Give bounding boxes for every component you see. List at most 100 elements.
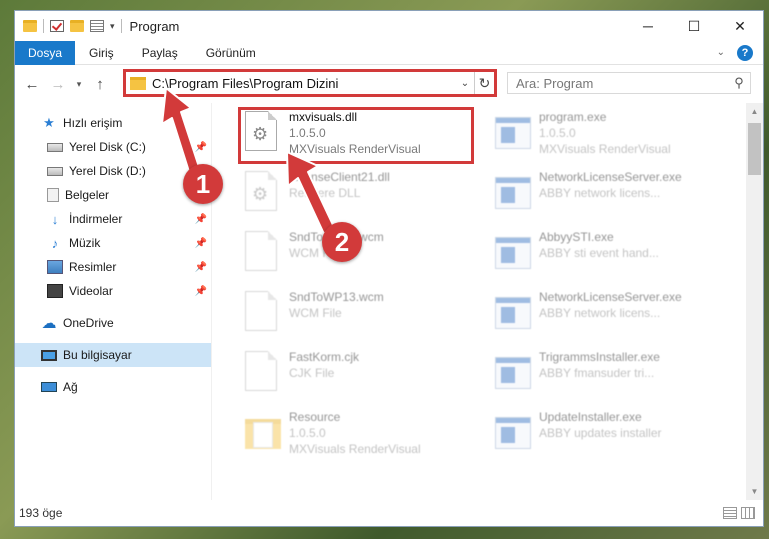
vertical-scrollbar[interactable]: ▲ ▼: [746, 103, 763, 500]
forward-button[interactable]: →: [47, 76, 69, 93]
sidebar-item-pictures[interactable]: Resimler 📌: [15, 255, 211, 279]
tab-file[interactable]: Dosya: [15, 40, 76, 65]
exe-file-icon: [495, 237, 531, 269]
file-description: MXVisuals RenderVisual: [539, 142, 671, 156]
address-path[interactable]: C:\Program Files\Program Dizini: [152, 76, 456, 91]
exe-file-icon: [495, 177, 531, 209]
sidebar-item-local-disk-c[interactable]: Yerel Disk (C:) 📌: [15, 135, 211, 159]
customize-icon[interactable]: [90, 20, 104, 32]
file-item[interactable]: NetworkLicenseServer.exe ABBY network li…: [489, 167, 739, 227]
pin-icon: 📌: [194, 237, 207, 249]
step-2-badge: 2: [322, 222, 362, 262]
file-description: MXVisuals RenderVisual: [289, 442, 421, 456]
separator: [43, 19, 44, 33]
sidebar-item-label: Müzik: [69, 236, 101, 250]
cloud-icon: ☁: [41, 315, 57, 332]
sidebar-item-documents[interactable]: Belgeler: [15, 183, 211, 207]
up-button[interactable]: ↑: [89, 76, 111, 93]
file-item[interactable]: program.exe 1.0.5.0 MXVisuals RenderVisu…: [489, 107, 739, 167]
explorer-window: ▾ Program ─ ☐ ✕ Dosya Giriş Paylaş Görün…: [14, 10, 764, 527]
scroll-thumb[interactable]: [748, 123, 761, 175]
file-item[interactable]: SndToWP12.wcm WCM File: [239, 227, 489, 287]
file-item[interactable]: TrigrammsInstaller.exe ABBY fmansuder tr…: [489, 347, 739, 407]
sidebar-item-quick-access[interactable]: ★ Hızlı erişim: [15, 111, 211, 135]
file-description: CJK File: [289, 366, 335, 380]
close-button[interactable]: ✕: [717, 11, 763, 41]
address-bar[interactable]: C:\Program Files\Program Dizini ⌄ ↻: [123, 69, 497, 97]
pane-splitter[interactable]: [211, 103, 212, 500]
folder-icon: [23, 20, 37, 32]
drive-icon: [47, 142, 63, 152]
file-item[interactable]: SndToWP13.wcm WCM File: [239, 287, 489, 347]
file-description: ABBY network licens...: [539, 306, 661, 320]
recent-locations-dropdown[interactable]: ▾: [73, 79, 85, 90]
file-icon: [245, 351, 277, 391]
file-item[interactable]: FastKorm.cjk CJK File: [239, 347, 489, 407]
search-icon[interactable]: ⚲: [728, 75, 750, 91]
details-view-icon[interactable]: [723, 507, 737, 519]
sidebar-item-local-disk-d[interactable]: Yerel Disk (D:): [15, 159, 211, 183]
folder-item[interactable]: Resource 1.0.5.0 MXVisuals RenderVisual: [239, 407, 489, 467]
sidebar-item-videos[interactable]: Videolar 📌: [15, 279, 211, 303]
file-version: 1.0.5.0: [539, 126, 576, 140]
expand-ribbon-icon[interactable]: ⌄: [717, 47, 725, 58]
step-1-badge: 1: [183, 164, 223, 204]
sidebar-item-downloads[interactable]: ↓ İndirmeler 📌: [15, 207, 211, 231]
item-count: 193 öge: [19, 506, 63, 520]
separator: [120, 19, 122, 33]
customize-dropdown-icon[interactable]: ▾: [110, 21, 115, 32]
videos-icon: [47, 284, 63, 298]
sidebar-item-label: Hızlı erişim: [63, 116, 123, 130]
search-input[interactable]: Ara: Program ⚲: [507, 72, 751, 94]
star-icon: ★: [43, 115, 55, 130]
pin-icon: 📌: [194, 213, 207, 225]
tab-home[interactable]: Giriş: [75, 41, 128, 65]
tab-share[interactable]: Paylaş: [128, 41, 192, 65]
sidebar-item-onedrive[interactable]: ☁ OneDrive: [15, 311, 211, 335]
pin-icon: 📌: [194, 285, 207, 297]
tab-view[interactable]: Görünüm: [192, 41, 270, 65]
dll-file-icon: ⚙: [245, 171, 277, 211]
help-icon[interactable]: ?: [737, 44, 753, 61]
file-item[interactable]: ⚙ LicenseClient21.dll Rendere DLL: [239, 167, 489, 227]
file-version: 1.0.5.0: [289, 426, 326, 440]
title-bar: ▾ Program ─ ☐ ✕: [15, 11, 763, 41]
scroll-down-icon[interactable]: ▼: [746, 483, 763, 500]
highlight-box: [238, 107, 474, 164]
file-description: WCM File: [289, 306, 342, 320]
file-item[interactable]: UpdateInstaller.exe ABBY updates install…: [489, 407, 739, 467]
status-bar: 193 öge: [15, 500, 763, 526]
sidebar-item-label: Resimler: [69, 260, 117, 274]
pin-icon: 📌: [194, 261, 207, 273]
address-dropdown-icon[interactable]: ⌄: [456, 78, 474, 89]
scroll-up-icon[interactable]: ▲: [746, 103, 763, 120]
file-item[interactable]: AbbyySTI.exe ABBY sti event hand...: [489, 227, 739, 287]
navigation-pane: ★ Hızlı erişim Yerel Disk (C:) 📌 Yerel D…: [15, 103, 211, 500]
file-name: FastKorm.cjk: [289, 350, 360, 364]
file-name: NetworkLicenseServer.exe: [539, 170, 682, 184]
quick-access-toolbar: ▾: [23, 19, 122, 33]
file-description: ABBY fmansuder tri...: [539, 366, 655, 380]
minimize-button[interactable]: ─: [625, 11, 671, 41]
file-name: AbbyySTI.exe: [539, 230, 614, 244]
sidebar-item-label: Bu bilgisayar: [63, 348, 132, 362]
sidebar-item-this-pc[interactable]: Bu bilgisayar: [15, 343, 211, 367]
sidebar-item-label: Belgeler: [65, 188, 110, 202]
new-folder-icon[interactable]: [70, 20, 84, 32]
documents-icon: [47, 188, 59, 202]
file-description: Rendere DLL: [289, 186, 361, 200]
tiles-view-icon[interactable]: [741, 507, 755, 519]
music-icon: ♪: [51, 235, 59, 251]
maximize-button[interactable]: ☐: [671, 11, 717, 41]
refresh-button[interactable]: ↻: [474, 72, 494, 94]
sidebar-item-network[interactable]: Ağ: [15, 375, 211, 399]
window-title: Program: [129, 18, 180, 34]
file-name: LicenseClient21.dll: [289, 170, 390, 184]
search-placeholder[interactable]: Ara: Program: [516, 76, 728, 91]
sidebar-item-music[interactable]: ♪ Müzik 📌: [15, 231, 211, 255]
back-button[interactable]: ←: [21, 76, 43, 93]
properties-check-icon[interactable]: [50, 20, 64, 32]
file-description: ABBY network licens...: [539, 186, 661, 200]
file-item[interactable]: NetworkLicenseServer.exe ABBY network li…: [489, 287, 739, 347]
exe-file-icon: [495, 297, 531, 329]
